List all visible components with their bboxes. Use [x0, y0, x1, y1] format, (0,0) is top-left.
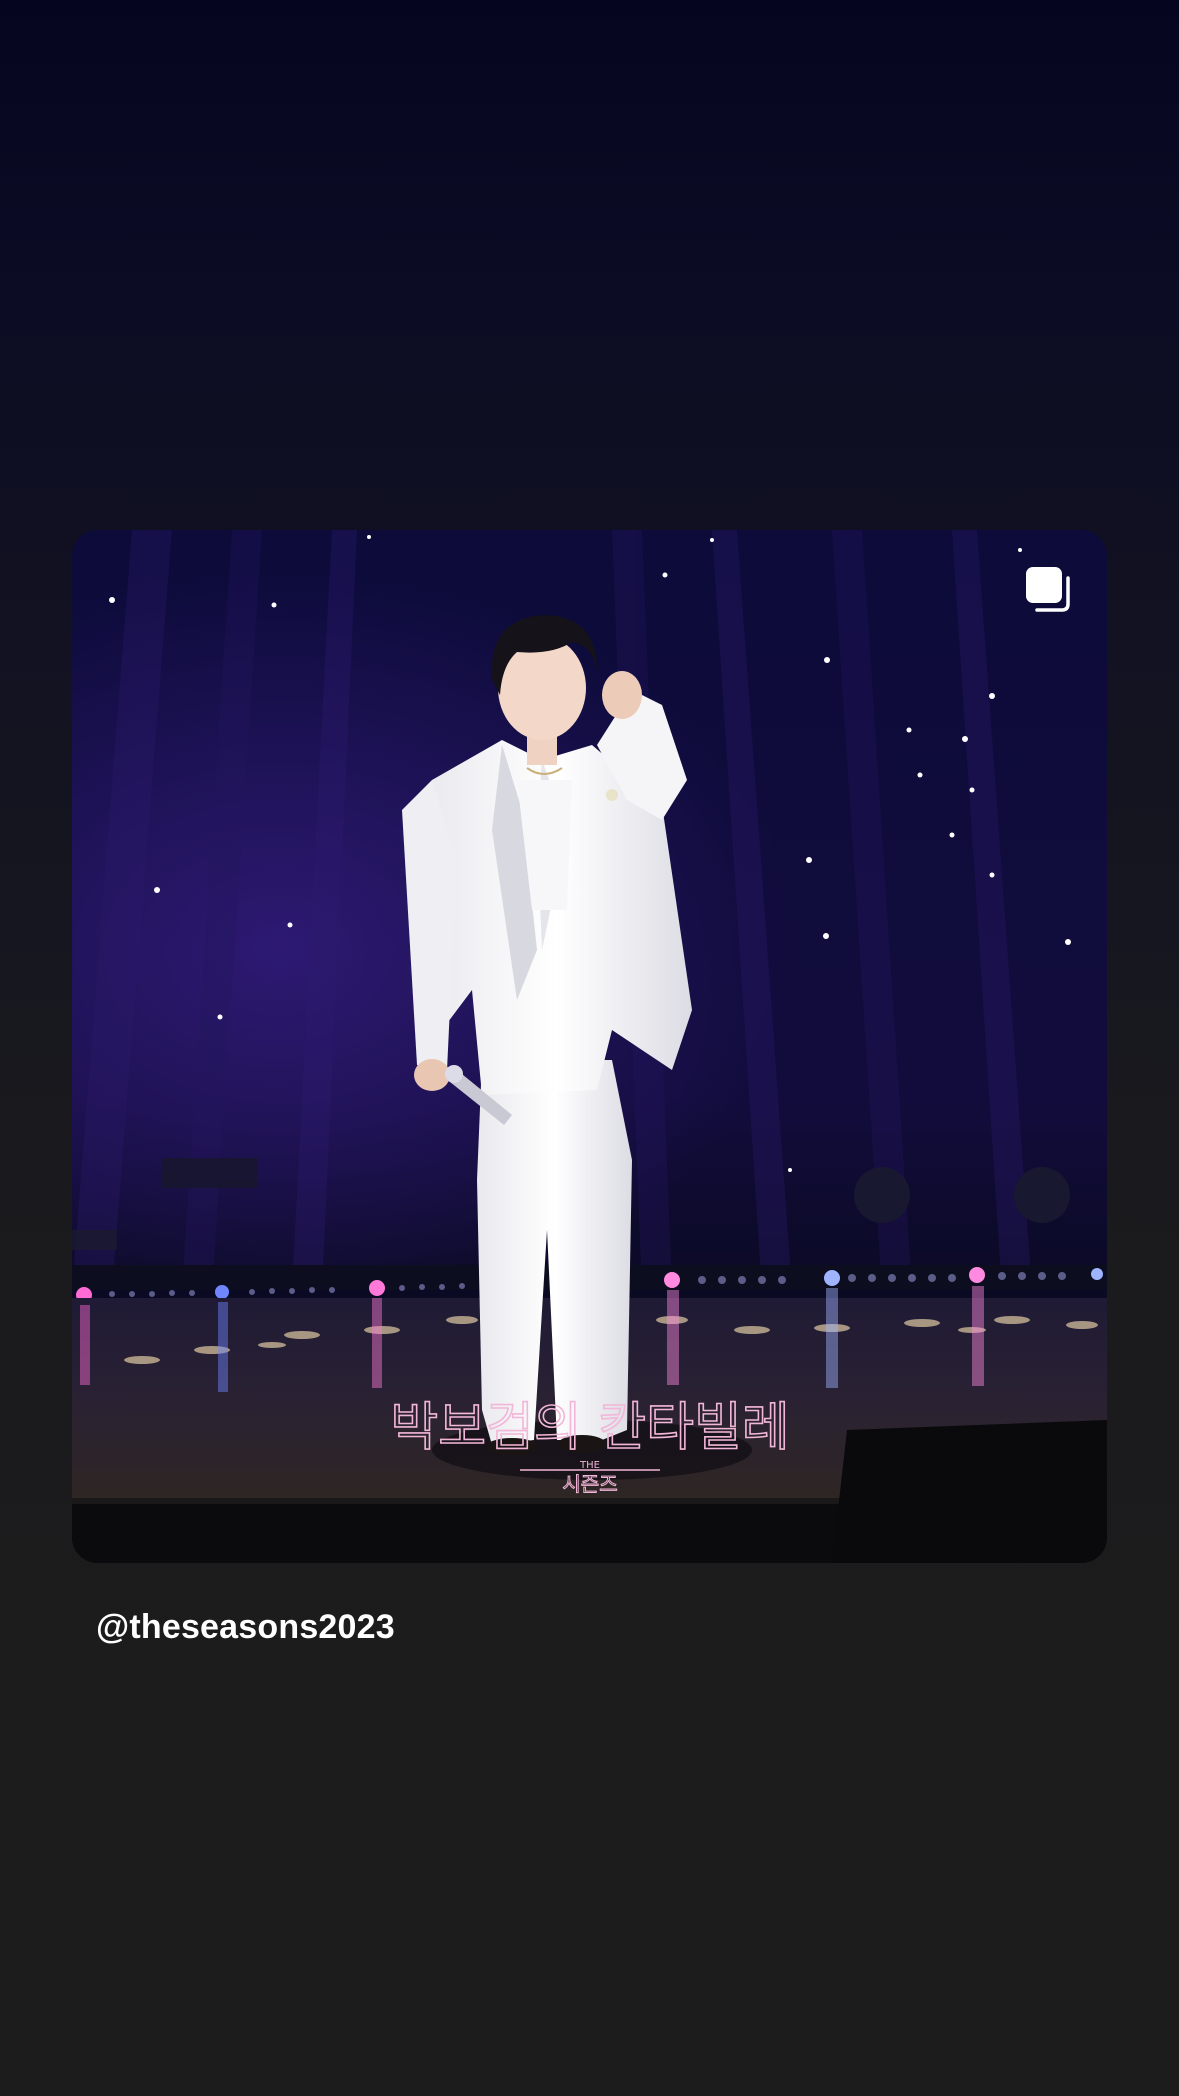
shared-post-card[interactable]: 박보검의 칸타빌레 THE 시즌즈: [72, 530, 1107, 1563]
show-subtitle-overlay: 시즌즈: [562, 1472, 617, 1496]
concert-stage-photo: 박보검의 칸타빌레 THE 시즌즈: [72, 530, 1107, 1563]
carousel-stack-icon: [1026, 567, 1070, 612]
show-title-overlay: 박보검의 칸타빌레: [390, 1398, 789, 1458]
mention-sticker[interactable]: @theseasons2023: [96, 1608, 395, 1647]
story-viewer: 박보검의 칸타빌레 THE 시즌즈 @theseasons2023: [0, 0, 1179, 2096]
show-subtitle-the: THE: [579, 1460, 600, 1471]
